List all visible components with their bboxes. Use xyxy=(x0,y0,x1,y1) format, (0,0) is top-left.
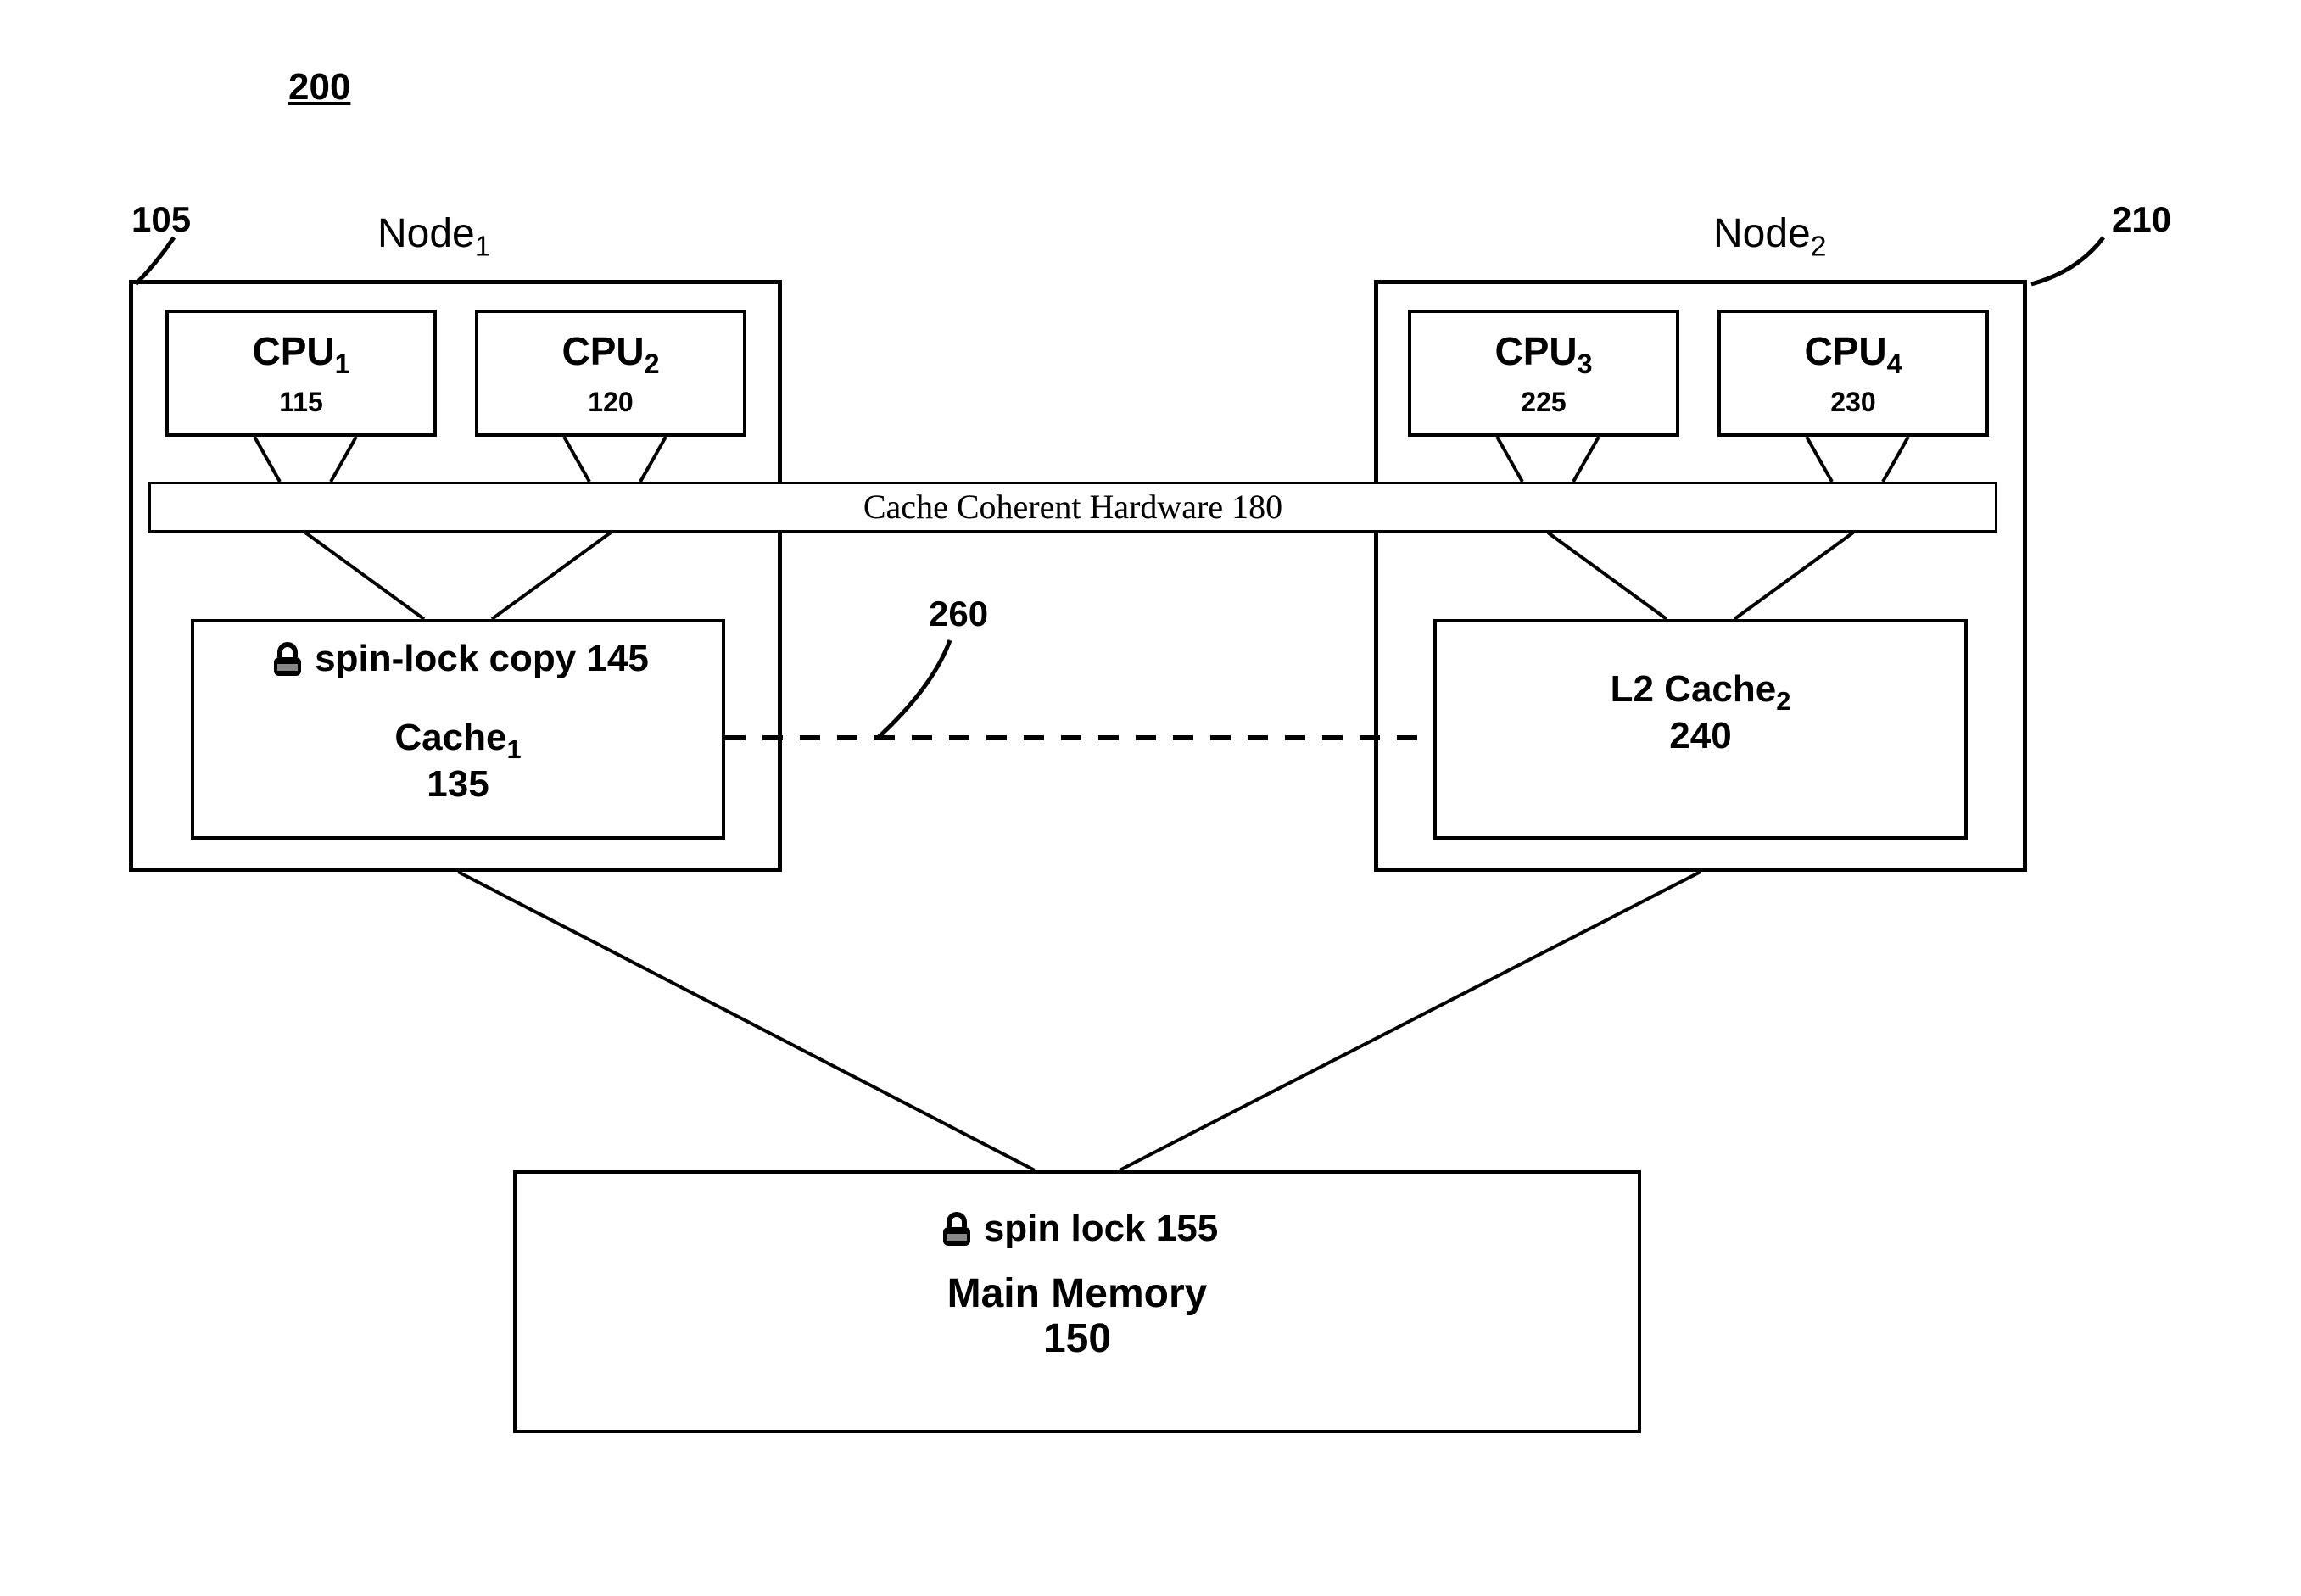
main-memory-box: spin lock 155 Main Memory 150 xyxy=(513,1170,1641,1433)
lock-icon xyxy=(936,1208,977,1249)
cache1-name: Cache1 xyxy=(194,717,722,764)
cpu3-box: CPU3 225 xyxy=(1408,310,1679,437)
cpu1-box: CPU1 115 xyxy=(165,310,437,437)
callout-node1: 105 xyxy=(131,199,191,240)
main-memory-ref: 150 xyxy=(517,1317,1638,1362)
cache2-box: L2 Cache2 240 xyxy=(1433,619,1968,840)
cpu2-ref: 120 xyxy=(478,387,743,418)
spin-lock-label: spin lock 155 xyxy=(936,1208,1218,1250)
cpu3-ref: 225 xyxy=(1411,387,1676,418)
cpu4-box: CPU4 230 xyxy=(1717,310,1989,437)
cpu4-label: CPU4 xyxy=(1721,328,1985,380)
main-memory-name: Main Memory xyxy=(517,1272,1638,1317)
cache1-ref: 135 xyxy=(194,764,722,805)
cache2-name: L2 Cache2 xyxy=(1437,669,1964,716)
lock-icon xyxy=(267,639,308,679)
node1-title: Node1 xyxy=(377,210,490,264)
figure-number: 200 xyxy=(288,66,350,109)
cache-coherent-bar: Cache Coherent Hardware 180 xyxy=(148,482,1997,533)
cache2-ref: 240 xyxy=(1437,716,1964,756)
diagram-canvas: 200 105 210 260 Node1 Node2 CPU1 115 CPU… xyxy=(0,0,2301,1596)
spin-lock-copy-label: spin-lock copy 145 xyxy=(267,638,649,680)
callout-dashed: 260 xyxy=(929,594,988,634)
cpu4-ref: 230 xyxy=(1721,387,1985,418)
cpu2-box: CPU2 120 xyxy=(475,310,746,437)
cpu1-ref: 115 xyxy=(169,387,433,418)
cpu1-label: CPU1 xyxy=(169,328,433,380)
cpu2-label: CPU2 xyxy=(478,328,743,380)
cache1-box: spin-lock copy 145 Cache1 135 xyxy=(191,619,725,840)
callout-node2: 210 xyxy=(2112,199,2171,240)
node2-title: Node2 xyxy=(1713,210,1826,264)
cpu3-label: CPU3 xyxy=(1411,328,1676,380)
